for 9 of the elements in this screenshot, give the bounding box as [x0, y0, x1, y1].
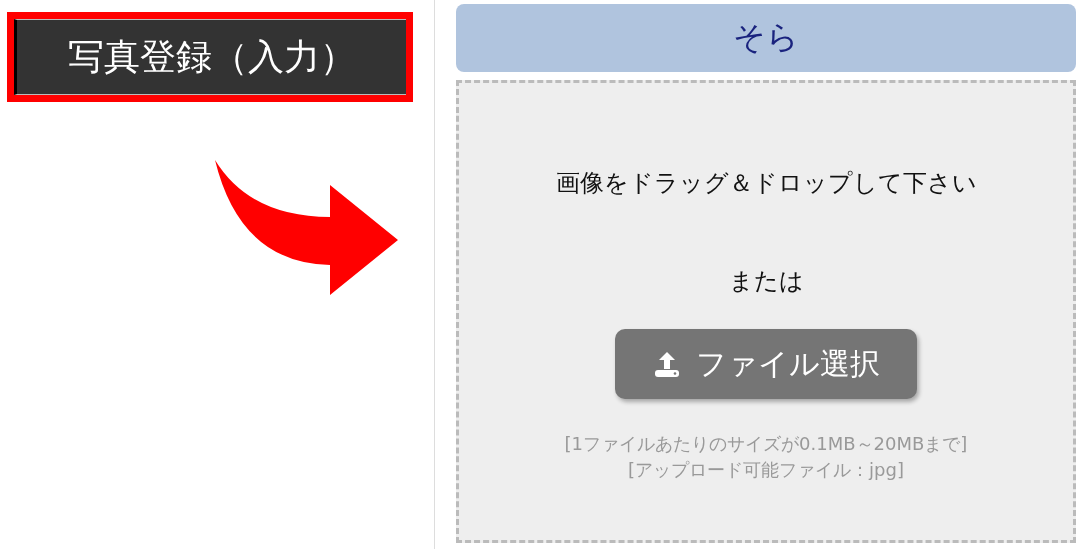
file-select-button[interactable]: ファイル選択 — [615, 329, 917, 399]
panel-header: そら — [456, 4, 1076, 72]
upload-note: [アップロード可能ファイル：jpg] — [628, 458, 904, 482]
photo-register-button[interactable]: 写真登録（入力） — [14, 19, 406, 95]
upload-note: [1ファイルあたりのサイズが0.1MB～20MBまで] — [564, 432, 968, 456]
upload-icon — [652, 349, 682, 379]
drop-zone[interactable]: 画像をドラッグ＆ドロップして下さい または ファイル選択 [1ファイルあたりのサイズが0.1MB～20MBまで] [アップロード可能ファイル：jpg] — [456, 80, 1076, 543]
drop-hint: 画像をドラッグ＆ドロップして下さい — [555, 168, 977, 199]
or-text: または — [728, 266, 804, 297]
